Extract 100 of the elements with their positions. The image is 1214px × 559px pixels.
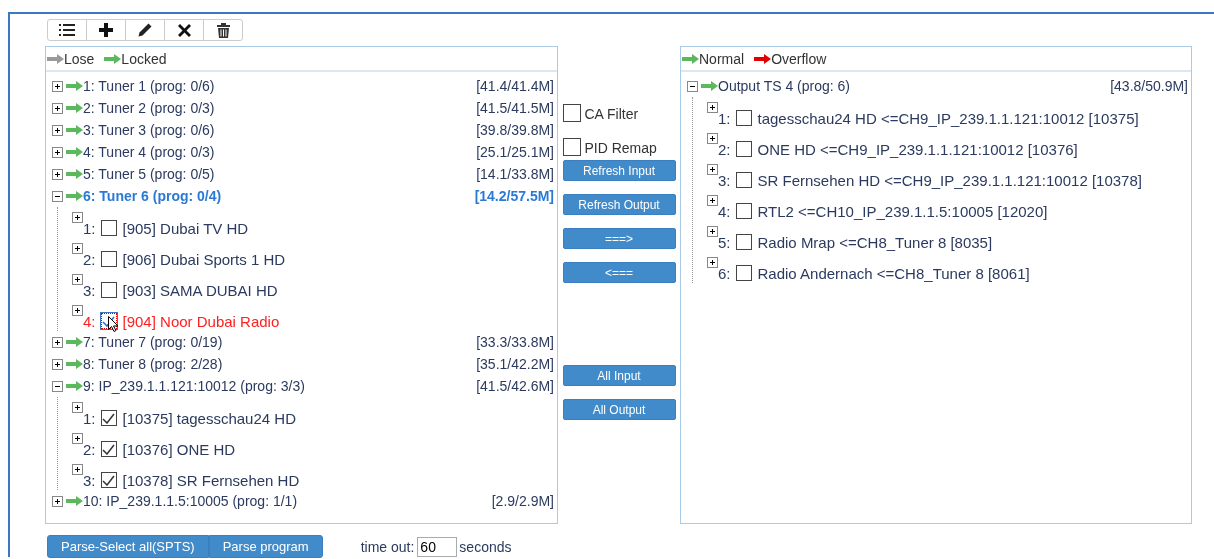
legend-label: Normal [699,50,745,67]
channel-label[interactable]: 4: Tuner 4 (prog: 0/3) [83,144,215,160]
expand-icon[interactable] [72,274,83,285]
bitrate-label: [35.1/42.2M] [476,356,554,372]
checkbox[interactable] [100,251,117,267]
expand-icon[interactable] [52,336,63,348]
program-label: tagesschau24 HD <=CH9_IP_239.1.1.121:10012 [10375] [757,110,1139,127]
expand-icon[interactable] [707,102,718,113]
expand-icon[interactable] [52,168,63,180]
program-label: [903] SAMA DUBAI HD [122,282,278,299]
bitrate-label: [2.9/2.9M] [491,493,554,509]
bitrate-label: [14.2/57.5M] [474,188,554,204]
legend-label: Lose [64,50,95,67]
parse-button[interactable]: Parse-Select all(SPTS) [47,535,209,558]
checkbox[interactable] [735,203,752,219]
expand-icon[interactable] [72,305,83,316]
program-number: 2: [83,441,96,458]
program-label: SR Fernsehen HD <=CH9_IP_239.1.1.121:10012 [10378] [757,172,1142,189]
expand-icon[interactable] [72,212,83,223]
expand-icon[interactable] [52,80,63,92]
trash-icon [216,22,230,38]
delete-button[interactable] [203,19,243,41]
channel-label[interactable]: Output TS 4 (prog: 6) [718,78,851,94]
program-number: 4: [83,313,96,330]
option-label: PID Remap [584,140,657,156]
program-label: [905] Dubai TV HD [122,220,249,237]
program-number: 5: [718,234,731,251]
expand-icon[interactable] [707,195,718,206]
expand-icon[interactable] [72,243,83,254]
expand-icon[interactable] [707,226,718,237]
program-label: RTL2 <=CH10_IP_239.1.1.5:10005 [12020] [757,203,1048,220]
pencil-icon [138,23,152,37]
expand-icon[interactable] [707,257,718,268]
program-number: 1: [718,110,731,127]
channel-label[interactable]: 8: Tuner 8 (prog: 2/28) [83,356,223,372]
checkbox[interactable] [562,104,581,122]
expand-icon[interactable] [707,133,718,144]
expand-icon[interactable] [52,102,63,114]
channel-label[interactable]: 9: IP_239.1.1.121:10012 (prog: 3/3) [83,378,305,394]
expand-icon[interactable] [72,464,83,475]
select-all-button[interactable]: All Output [562,399,676,420]
option-label: CA Filter [584,106,639,122]
program-number: 3: [718,172,731,189]
collapse-icon[interactable] [52,380,63,392]
expand-icon[interactable] [52,124,63,136]
legend-label: Locked [121,50,167,67]
checkbox[interactable] [100,472,117,488]
bitrate-label: [41.5/41.5M] [476,100,554,116]
checkbox[interactable] [735,234,752,250]
program-label: Radio Mrap <=CH8_Tuner 8 [8035] [757,234,993,251]
action-button[interactable]: ===> [562,228,676,249]
program-number: 4: [718,203,731,220]
expand-icon[interactable] [52,358,63,370]
expand-icon[interactable] [72,402,83,413]
action-button[interactable]: <=== [562,262,676,283]
bitrate-label: [39.8/39.8M] [476,122,554,138]
bitrate-label: [43.8/50.9M] [1110,78,1188,94]
program-label: [10375] tagesschau24 HD [122,410,296,427]
checkbox[interactable] [735,141,752,157]
program-label: [10378] SR Fernsehen HD [122,472,300,489]
checkbox[interactable] [562,138,581,156]
expand-icon[interactable] [707,164,718,175]
expand-icon[interactable] [52,146,63,158]
channel-label[interactable]: 3: Tuner 3 (prog: 0/6) [83,122,215,138]
checkbox[interactable] [100,441,117,457]
collapse-icon[interactable] [687,80,698,92]
program-number: 2: [718,141,731,158]
channel-label[interactable]: 2: Tuner 2 (prog: 0/3) [83,100,215,116]
remove-button[interactable] [164,19,204,41]
expand-icon[interactable] [52,495,63,507]
checkbox[interactable] [100,282,117,298]
list-button[interactable] [47,19,87,41]
close-icon [177,23,191,37]
edit-button[interactable] [125,19,165,41]
program-label: Radio Andernach <=CH8_Tuner 8 [8061] [757,265,1030,282]
checkbox[interactable] [100,410,117,426]
collapse-icon[interactable] [52,190,63,202]
select-all-button[interactable]: All Input [562,365,676,386]
channel-label[interactable]: 10: IP_239.1.1.5:10005 (prog: 1/1) [83,493,298,509]
program-label: [904] Noor Dubai Radio [122,313,280,330]
action-button[interactable]: Refresh Output [562,194,676,215]
plus-icon [99,23,113,37]
add-button[interactable] [86,19,126,41]
timeout-field[interactable]: 60 [417,536,458,557]
checkbox[interactable] [735,172,752,188]
action-button[interactable]: Refresh Input [562,160,676,181]
channel-label[interactable]: 7: Tuner 7 (prog: 0/19) [83,334,223,350]
list-icon [59,23,75,37]
program-number: 3: [83,472,96,489]
bitrate-label: [41.4/41.4M] [476,78,554,94]
expand-icon[interactable] [72,433,83,444]
channel-label[interactable]: 1: Tuner 1 (prog: 0/6) [83,78,215,94]
seconds-label: seconds [459,538,512,555]
parse-button[interactable]: Parse program [208,535,323,558]
channel-label[interactable]: 6: Tuner 6 (prog: 0/4) [83,188,222,204]
channel-label[interactable]: 5: Tuner 5 (prog: 0/5) [83,166,215,182]
checkbox[interactable] [735,265,752,281]
checkbox[interactable] [100,220,117,236]
checkbox[interactable] [735,110,752,126]
bitrate-label: [33.3/33.8M] [476,334,554,350]
